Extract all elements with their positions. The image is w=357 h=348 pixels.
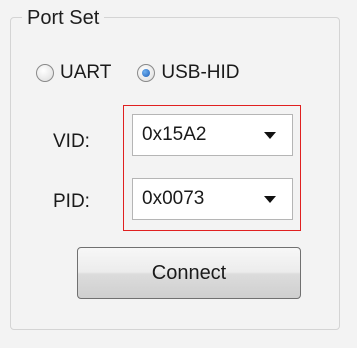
vid-label: VID:: [53, 131, 90, 152]
radio-uart[interactable]: UART: [36, 62, 111, 84]
radio-selected-dot: [142, 69, 151, 77]
pid-label: PID:: [53, 191, 90, 212]
port-set-title: Port Set: [22, 7, 105, 29]
vid-dropdown[interactable]: 0x15A2: [132, 114, 293, 156]
mode-radio-group: UART USB-HID: [36, 62, 240, 84]
pid-value: 0x0073: [142, 188, 205, 209]
vid-value: 0x15A2: [142, 124, 207, 145]
pid-dropdown[interactable]: 0x0073: [132, 178, 293, 220]
radio-usb-hid[interactable]: USB-HID: [137, 62, 240, 84]
radio-uart-label[interactable]: UART: [60, 62, 111, 84]
radio-usb-hid-circle[interactable]: [137, 64, 156, 82]
chevron-down-icon[interactable]: [264, 131, 276, 139]
chevron-down-icon[interactable]: [264, 195, 276, 203]
radio-usb-hid-label[interactable]: USB-HID: [161, 62, 239, 84]
radio-uart-circle[interactable]: [36, 64, 54, 82]
connect-button[interactable]: Connect: [77, 247, 301, 299]
